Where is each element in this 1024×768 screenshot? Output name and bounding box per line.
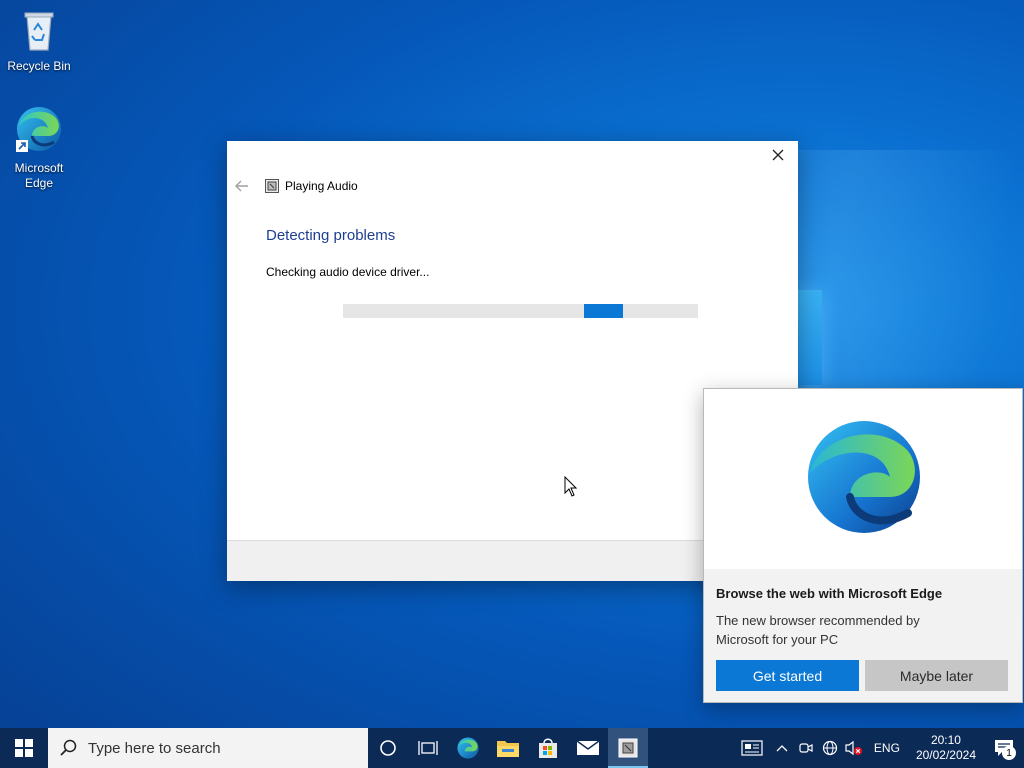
action-center-button[interactable]: 1 [984, 728, 1024, 768]
taskbar: Type here to search ENG 20:10 20/02/2024… [0, 728, 1024, 768]
mouse-cursor-icon [564, 475, 578, 503]
taskbar-store-button[interactable] [528, 728, 568, 768]
back-button[interactable] [235, 179, 251, 193]
news-icon [741, 740, 763, 756]
notification-badge: 1 [1002, 746, 1016, 760]
taskbar-troubleshooter-button[interactable] [608, 728, 648, 768]
progress-indicator [584, 304, 623, 318]
meet-now-button[interactable] [794, 728, 818, 768]
clock-date: 20/02/2024 [915, 748, 976, 762]
search-icon [60, 739, 78, 757]
meet-now-icon [799, 743, 813, 753]
start-button[interactable] [0, 728, 48, 768]
close-icon [772, 148, 784, 166]
clock-time: 20:10 [930, 733, 961, 747]
troubleshooter-icon [618, 738, 638, 758]
taskbar-file-explorer-button[interactable] [488, 728, 528, 768]
close-button[interactable] [764, 145, 792, 169]
window-title: Playing Audio [285, 179, 358, 193]
cortana-icon [380, 740, 396, 756]
popup-body: The new browser recommended by Microsoft… [716, 613, 920, 647]
search-placeholder: Type here to search [88, 739, 221, 757]
mail-icon [576, 740, 600, 755]
desktop-icon-label: Microsoft Edge [14, 161, 64, 190]
back-arrow-icon [235, 180, 248, 192]
progress-bar [343, 304, 698, 318]
system-tray: ENG 20:10 20/02/2024 1 [734, 728, 1024, 768]
network-button[interactable] [818, 728, 842, 768]
taskbar-edge-button[interactable] [448, 728, 488, 768]
file-explorer-icon [497, 741, 519, 757]
page-heading: Detecting problems [266, 227, 396, 244]
edge-promo-popup: Browse the web with Microsoft Edge The n… [703, 388, 1023, 703]
network-globe-icon [822, 740, 838, 756]
status-text: Checking audio device driver... [266, 265, 430, 279]
window-header: Playing Audio [235, 179, 358, 193]
get-started-button[interactable]: Get started [716, 660, 859, 691]
task-view-button[interactable] [408, 728, 448, 768]
windows-logo-icon [15, 739, 33, 757]
edge-logo-icon [808, 421, 920, 533]
maybe-later-button[interactable]: Maybe later [865, 660, 1008, 691]
search-box[interactable]: Type here to search [48, 728, 368, 768]
recycle-bin-icon [0, 8, 78, 56]
popup-title: Browse the web with Microsoft Edge [716, 586, 943, 601]
news-widget-button[interactable] [734, 728, 770, 768]
clock[interactable]: 20:10 20/02/2024 [908, 733, 984, 763]
chevron-up-icon [776, 745, 788, 752]
taskbar-mail-button[interactable] [568, 728, 608, 768]
desktop-icon-recycle-bin[interactable]: Recycle Bin [0, 8, 78, 74]
wallpaper-logo-pane [798, 290, 822, 385]
task-view-icon [418, 741, 438, 755]
edge-icon [0, 104, 78, 158]
show-hidden-icons-button[interactable] [770, 728, 794, 768]
desktop-icon-microsoft-edge[interactable]: Microsoft Edge [0, 104, 78, 191]
edge-icon [457, 737, 479, 759]
cortana-button[interactable] [368, 728, 408, 768]
volume-muted-icon [845, 740, 862, 756]
language-indicator[interactable]: ENG [866, 741, 908, 755]
troubleshooter-app-icon [265, 179, 279, 193]
popup-hero [704, 389, 1022, 569]
desktop-icon-label: Recycle Bin [7, 59, 71, 73]
store-icon [539, 738, 557, 758]
volume-button[interactable] [842, 728, 866, 768]
